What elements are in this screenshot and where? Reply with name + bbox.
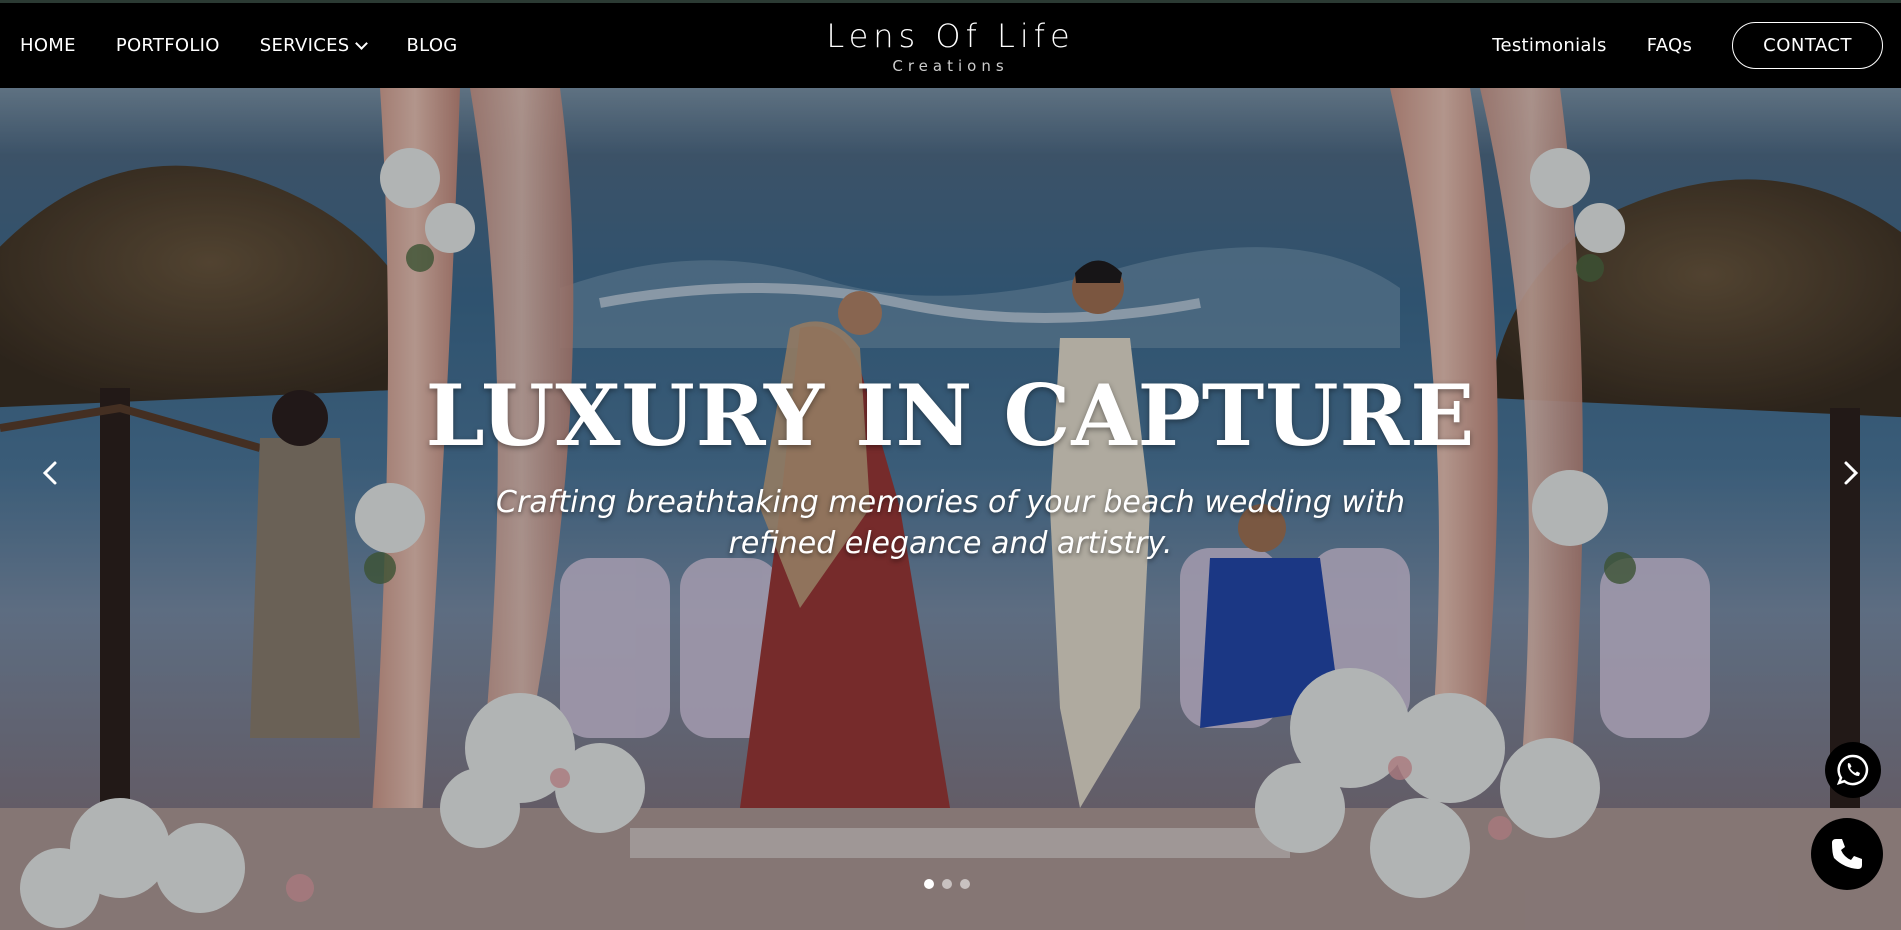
- slider-dot-2[interactable]: [942, 879, 952, 889]
- contact-button[interactable]: CONTACT: [1732, 22, 1883, 69]
- slider-prev-button[interactable]: [36, 458, 66, 488]
- nav-blog-link[interactable]: BLOG: [406, 35, 457, 56]
- slider-next-button[interactable]: [1835, 458, 1865, 488]
- whatsapp-button[interactable]: [1825, 742, 1881, 798]
- chevron-right-icon: [1844, 461, 1859, 485]
- hero-tagline-line-1: Crafting breathtaking memories of your b…: [496, 485, 1405, 520]
- phone-icon: [1832, 839, 1862, 869]
- hero-tagline: Crafting breathtaking memories of your b…: [480, 482, 1421, 564]
- nav-faqs-link[interactable]: FAQs: [1647, 35, 1692, 56]
- hero-headline: LUXURY IN CAPTURE: [425, 366, 1476, 465]
- hero-tagline-line-2: refined elegance and artistry.: [728, 526, 1173, 561]
- nav-faqs-label: FAQs: [1646, 35, 1693, 56]
- primary-nav-right: Testimonials FAQs CONTACT: [1492, 3, 1883, 88]
- slider-dot-3[interactable]: [960, 879, 970, 889]
- whatsapp-icon: [1836, 754, 1869, 786]
- primary-nav-left: HOME PORTFOLIO SERVICES BLOG: [20, 3, 458, 88]
- nav-services-link[interactable]: SERVICES: [259, 35, 369, 56]
- slider-pagination: [924, 879, 970, 889]
- nav-testimonials-link[interactable]: Testimonials: [1492, 35, 1606, 56]
- nav-portfolio-link[interactable]: PORTFOLIO: [116, 35, 220, 56]
- call-button[interactable]: [1811, 818, 1883, 890]
- chevron-down-icon: [355, 36, 369, 50]
- nav-home-link[interactable]: HOME: [20, 35, 76, 56]
- slider-dot-1[interactable]: [924, 879, 934, 889]
- site-header: HOME PORTFOLIO SERVICES BLOG Lens Of Lif…: [0, 3, 1901, 88]
- nav-home-label: HOME: [20, 35, 76, 56]
- hero-slider: LUXURY IN CAPTURE Crafting breathtaking …: [0, 88, 1901, 930]
- nav-testimonials-label: Testimonials: [1492, 35, 1607, 56]
- chevron-left-icon: [42, 461, 57, 485]
- nav-services-label: SERVICES: [259, 35, 350, 56]
- nav-blog-label: BLOG: [406, 35, 458, 56]
- nav-portfolio-label: PORTFOLIO: [115, 35, 220, 56]
